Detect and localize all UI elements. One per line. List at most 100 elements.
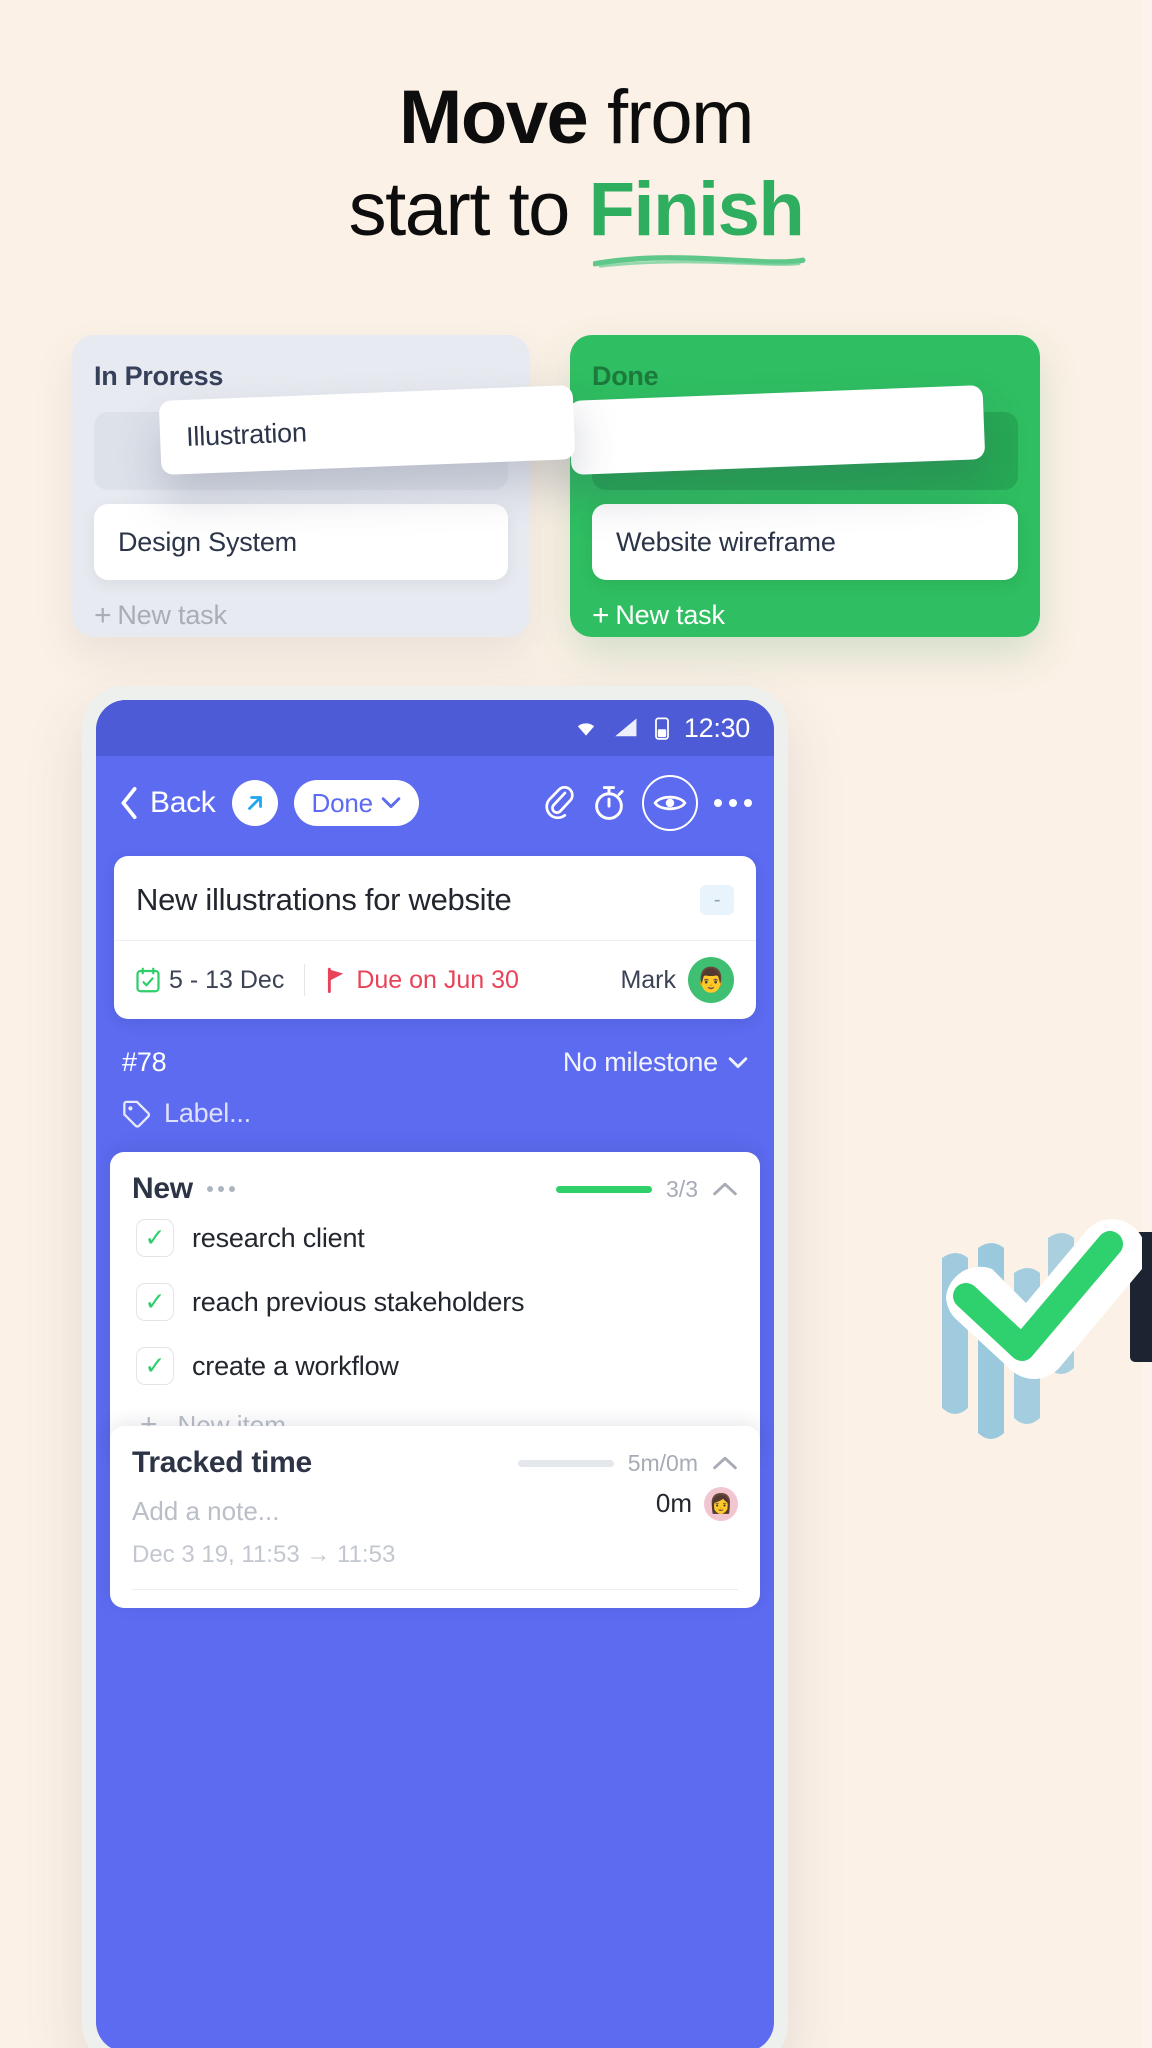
new-task-label: New task (615, 600, 725, 630)
avatar: 👩 (704, 1486, 738, 1521)
task-card[interactable]: Website wireframe (592, 504, 1018, 580)
new-task-label: New task (117, 600, 227, 630)
ellipsis-icon-dot (206, 1186, 213, 1192)
open-external-button[interactable] (231, 780, 278, 826)
tag-icon (123, 1100, 150, 1128)
back-button[interactable]: Back (118, 786, 216, 820)
checklist-menu-button[interactable] (206, 1186, 235, 1192)
tracked-time-duration: 0m (655, 1488, 692, 1518)
task-title-row[interactable]: New illustrations for website - (114, 856, 756, 940)
background-strip (1142, 0, 1152, 2048)
task-owner-name: Mark (620, 965, 676, 994)
ellipsis-icon-dot (744, 799, 752, 807)
ellipsis-icon-dot (228, 1186, 235, 1192)
task-due-text: Due on Jun 30 (356, 965, 519, 994)
task-label-placeholder: Label... (164, 1098, 251, 1128)
signal-icon (615, 718, 637, 737)
plus-icon: + (94, 598, 112, 632)
status-dropdown[interactable]: Done (293, 780, 419, 826)
task-date-range[interactable]: 5 - 13 Dec (136, 966, 284, 995)
ellipsis-icon-dot (714, 799, 722, 807)
tracked-time-entry: 0m 👩 (655, 1486, 738, 1521)
checkbox-checked-icon[interactable]: ✓ (136, 1347, 174, 1385)
checklist-item[interactable]: ✓ create a workflow (132, 1334, 738, 1398)
tracked-time-summary: 5m/0m (517, 1449, 738, 1477)
checklist-item[interactable]: ✓ reach previous stakeholders (132, 1270, 738, 1334)
watch-button[interactable] (642, 775, 698, 831)
task-milestone[interactable]: No milestone (563, 1047, 748, 1078)
divider (132, 1589, 738, 1590)
paperclip-icon (545, 786, 574, 820)
checklist-item-label: create a workflow (192, 1350, 399, 1381)
checklist-progress-bar (556, 1185, 653, 1193)
headline-move: Move (399, 75, 589, 160)
more-button[interactable] (714, 799, 752, 807)
kanban-column-done[interactable]: Done Website wireframe + New task (570, 335, 1040, 637)
kanban-column-in-progress[interactable]: In Proress Design System + New task (72, 335, 530, 637)
tracked-time-log-entry: Dec 3 19, 11:53 → 11:53 (132, 1541, 396, 1568)
task-card[interactable]: Design System (94, 504, 508, 580)
chevron-left-icon (121, 786, 137, 820)
new-task-button[interactable]: + New task (592, 600, 1018, 631)
arrow-up-right-icon (247, 796, 262, 810)
new-task-button[interactable]: + New task (94, 600, 508, 631)
task-label-row[interactable]: Label... (122, 1088, 748, 1139)
chevron-down-icon (381, 797, 401, 808)
checklist-progress: 3/3 (556, 1176, 738, 1203)
tracked-time-text: 5m/0m (627, 1449, 698, 1476)
headline-finish: Finish (588, 167, 805, 252)
checkbox-checked-icon[interactable]: ✓ (136, 1283, 174, 1321)
task-title: New illustrations for website (136, 882, 512, 917)
page-title: Move from start to Finish (0, 74, 1152, 268)
timer-button[interactable] (592, 784, 626, 822)
status-clock: 12:30 (683, 712, 750, 743)
checkbox-checked-icon[interactable]: ✓ (136, 1219, 174, 1257)
task-title-badge: - (700, 885, 734, 915)
promo-screenshot: Move from start to Finish In Proress Des… (0, 0, 1152, 2048)
chevron-down-icon (728, 1056, 748, 1068)
tracked-time-bar (517, 1459, 614, 1467)
tracked-time-note-row[interactable]: Add a note... 0m 👩 (132, 1480, 738, 1527)
phone-screen: 12:30 Back Done New illustrations for we… (96, 700, 774, 2048)
headline-from: from (587, 75, 755, 160)
task-meta-row: 5 - 13 Dec Due on Jun 30 Mark 👨 (114, 940, 756, 1019)
column-title: In Proress (94, 361, 224, 391)
task-owner[interactable]: Mark 👨 (620, 957, 734, 1003)
tracked-time-title: Tracked time (132, 1446, 312, 1479)
brush-underline-icon (592, 255, 806, 268)
task-date-text: 5 - 13 Dec (169, 965, 285, 994)
tracked-time-note-placeholder: Add a note... (132, 1496, 280, 1526)
attachment-button[interactable] (542, 784, 576, 822)
battery-icon (655, 717, 669, 740)
checklist-header: New 3/3 (132, 1172, 738, 1206)
avatar: 👨 (688, 957, 734, 1003)
eye-icon (653, 795, 687, 811)
task-header-card: New illustrations for website - 5 - 13 D… (114, 856, 756, 1019)
flag-icon (328, 967, 344, 993)
task-due-date[interactable]: Due on Jun 30 (325, 966, 519, 995)
app-toolbar: Back Done (96, 756, 774, 850)
checklist-section: New 3/3 ✓ research client ✓ reach previo… (110, 1152, 760, 1464)
ellipsis-icon-dot (217, 1186, 224, 1192)
task-id-row[interactable]: #78 No milestone (122, 1037, 748, 1088)
status-dropdown-label: Done (311, 787, 374, 818)
back-label: Back (150, 786, 216, 819)
chevron-up-icon[interactable] (712, 1181, 738, 1197)
headline-line-1: Move from (0, 74, 1152, 166)
checklist-title: New (132, 1172, 193, 1205)
wifi-icon (577, 723, 595, 736)
task-milestone-label: No milestone (562, 1047, 718, 1077)
checklist-item-label: research client (192, 1222, 365, 1253)
plus-icon: + (592, 598, 610, 632)
headline-start-to: start to (348, 167, 589, 252)
checklist-item-label: reach previous stakeholders (192, 1286, 525, 1317)
stopwatch-icon (595, 786, 624, 820)
tracked-time-header: Tracked time 5m/0m (132, 1446, 738, 1480)
chevron-up-icon[interactable] (712, 1455, 738, 1471)
kanban-board: In Proress Design System + New task Done… (0, 335, 1152, 650)
checklist-progress-text: 3/3 (666, 1175, 698, 1202)
status-bar: 12:30 (96, 700, 774, 756)
checklist-item[interactable]: ✓ research client (132, 1206, 738, 1270)
calendar-check-icon (136, 967, 160, 993)
phone-mockup: 12:30 Back Done New illustrations for we… (82, 686, 788, 2048)
